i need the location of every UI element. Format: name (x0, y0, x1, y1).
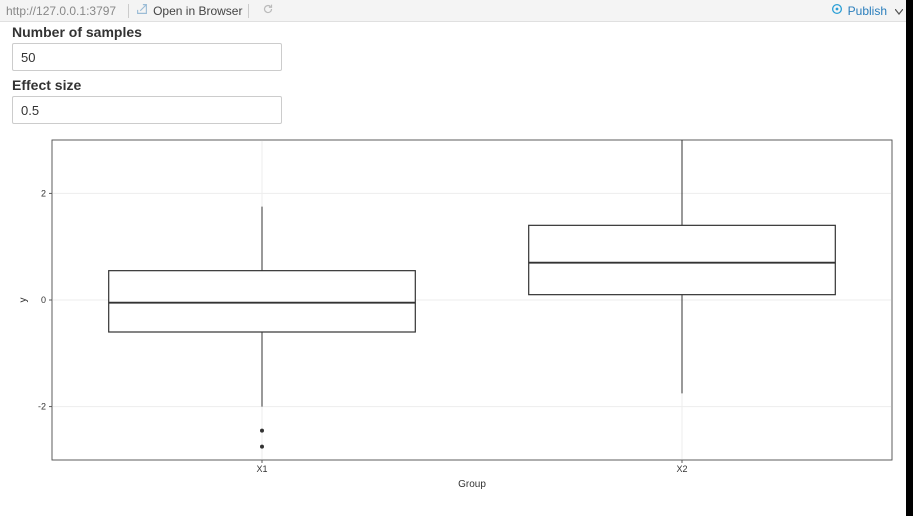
viewer-topbar: http://127.0.0.1:3797 Open in Browser Pu… (0, 0, 913, 22)
boxplot-output: -2 0 2 X1 X2 Group y (12, 130, 897, 495)
samples-input[interactable] (12, 43, 282, 71)
svg-text:y: y (18, 298, 29, 303)
shiny-app-body: Number of samples Effect size -2 0 2 X1 X2 Gr… (0, 22, 913, 497)
publish-button[interactable]: Publish (830, 2, 887, 19)
samples-control: Number of samples (12, 24, 901, 71)
divider (248, 4, 249, 18)
svg-text:X2: X2 (676, 464, 687, 474)
refresh-button[interactable] (261, 2, 275, 19)
svg-text:X1: X1 (256, 464, 267, 474)
open-in-browser-button[interactable]: Open in Browser (135, 2, 242, 19)
svg-text:2: 2 (41, 188, 46, 198)
url-display: http://127.0.0.1:3797 (6, 4, 116, 18)
refresh-icon (261, 2, 275, 19)
svg-text:Group: Group (458, 479, 486, 490)
publish-icon (830, 2, 844, 19)
effect-input[interactable] (12, 96, 282, 124)
publish-label: Publish (848, 4, 887, 18)
samples-label: Number of samples (12, 24, 901, 40)
effect-label: Effect size (12, 77, 901, 93)
window-right-edge (906, 0, 913, 516)
publish-dropdown-caret[interactable] (891, 4, 907, 18)
popout-icon (135, 2, 149, 19)
effect-control: Effect size (12, 77, 901, 124)
open-in-browser-label: Open in Browser (153, 4, 242, 18)
svg-text:0: 0 (41, 295, 46, 305)
divider (128, 4, 129, 18)
svg-text:-2: -2 (38, 402, 46, 412)
chevron-down-icon (895, 4, 903, 18)
